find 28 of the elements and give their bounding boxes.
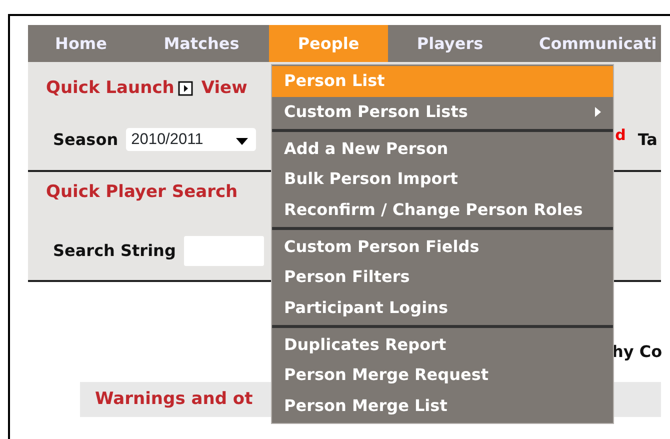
menu-item[interactable]: Person Filters (272, 262, 613, 292)
section-title: Quick Launch (46, 77, 174, 100)
search-label: Search String (53, 240, 176, 262)
menu-item[interactable]: Add a New Person (272, 134, 613, 164)
menu-item[interactable]: Person Merge List (272, 390, 613, 421)
view-link[interactable]: View (201, 76, 248, 102)
menu-item[interactable]: Bulk Person Import (272, 164, 613, 194)
menu-item[interactable]: Reconfirm / Change Person Roles (272, 194, 613, 225)
nav-tab[interactable]: Players (388, 25, 512, 62)
nav-tab[interactable]: People (269, 25, 388, 62)
search-field[interactable] (184, 236, 264, 266)
season-select[interactable]: 2010/2011 (126, 128, 256, 151)
menu-item[interactable]: Participant Logins (272, 292, 613, 323)
nav-tab[interactable]: Communicati (512, 25, 661, 62)
menu-item[interactable]: Person Merge Request (272, 360, 613, 390)
nav-tab[interactable]: Home (28, 25, 134, 62)
section-title: Warnings and ot (95, 388, 253, 411)
nav-tab[interactable]: Matches (134, 25, 269, 62)
dropdown-caret-icon (236, 138, 248, 145)
menu-item[interactable]: Duplicates Report (272, 330, 613, 360)
label-text: Ta (638, 128, 658, 150)
menu-item[interactable]: Person List (272, 66, 613, 96)
expand-icon[interactable] (178, 81, 194, 96)
section-title: Quick Player Search (46, 182, 238, 202)
label-text: d (615, 125, 626, 146)
menu-item[interactable]: Custom Person Lists (272, 96, 613, 127)
season-label: Season (53, 128, 118, 150)
menu-item[interactable]: Custom Person Fields (272, 232, 613, 262)
